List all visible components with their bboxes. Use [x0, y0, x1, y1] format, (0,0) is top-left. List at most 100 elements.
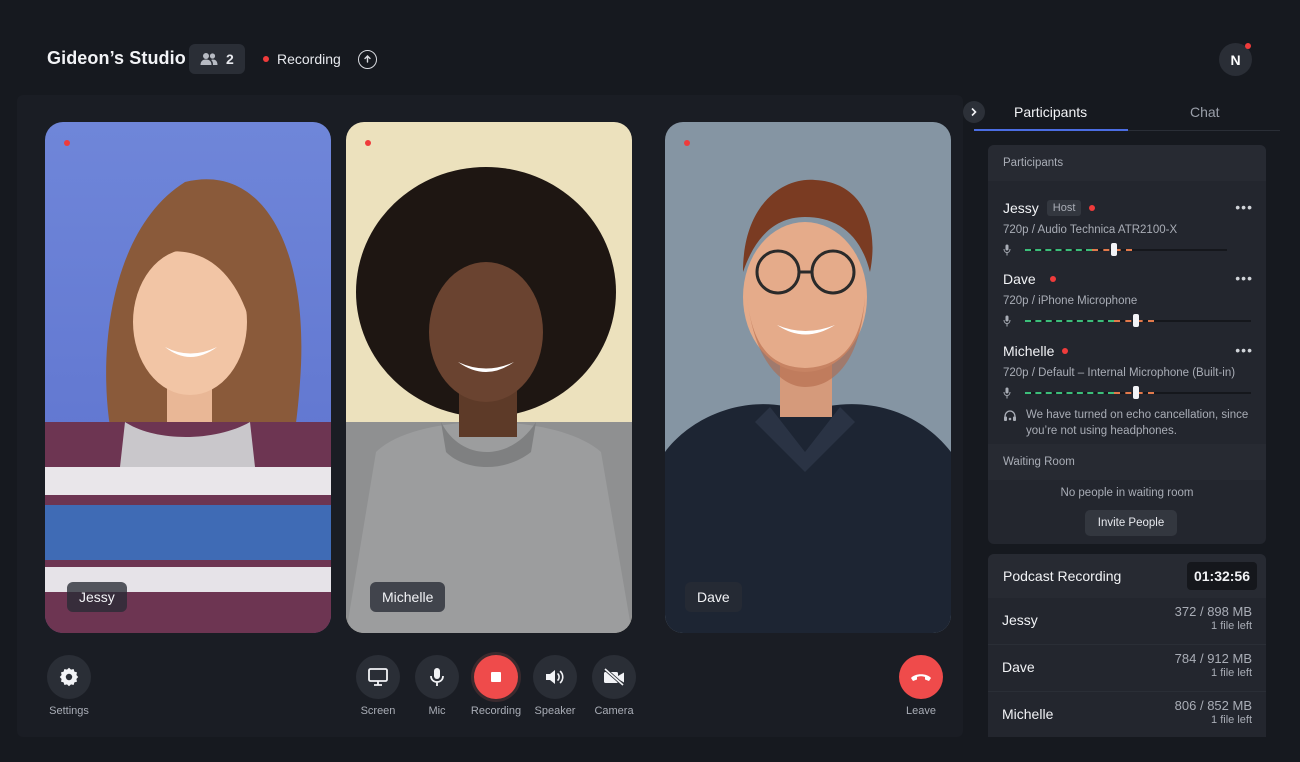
files-remaining: 1 file left	[1211, 667, 1252, 679]
more-options-icon[interactable]: •••	[1235, 343, 1253, 357]
file-size: 784 / 912 MB	[1174, 651, 1252, 666]
active-tab-indicator	[974, 129, 1128, 131]
screen-control[interactable]: Screen	[348, 655, 408, 717]
dave-video-feed	[665, 122, 951, 633]
participant-device: 720p / Audio Technica ATR2100-X	[1003, 224, 1178, 236]
waiting-room-heading: Waiting Room	[988, 444, 1266, 480]
leave-control[interactable]: Leave	[891, 655, 951, 717]
screen-share-button[interactable]	[356, 655, 400, 699]
chevron-right-icon	[971, 107, 977, 117]
stop-recording-button[interactable]	[474, 655, 518, 699]
participant-count-button[interactable]: 2	[189, 44, 245, 74]
camera-label: Camera	[594, 705, 634, 717]
mic-button[interactable]	[415, 655, 459, 699]
camera-off-icon	[603, 668, 625, 686]
speaker-control[interactable]: Speaker	[525, 655, 585, 717]
file-owner: Jessy	[1002, 612, 1038, 628]
more-options-icon[interactable]: •••	[1235, 200, 1253, 214]
recording-status: Recording	[263, 51, 341, 67]
participant-item: Michelle ••• 720p / Default – Internal M…	[1003, 341, 1253, 399]
stop-icon	[491, 672, 501, 682]
video-tile-jessy[interactable]: Jessy	[45, 122, 331, 633]
recording-dot-icon	[263, 56, 269, 62]
headphones-off-icon	[1004, 410, 1016, 421]
level-slider-handle[interactable]	[1132, 386, 1139, 399]
tile-recording-dot-icon	[684, 140, 690, 146]
recording-status-label: Recording	[277, 51, 341, 67]
monitor-icon	[368, 668, 388, 686]
microphone-icon	[1003, 387, 1011, 399]
recording-dot-icon	[1049, 276, 1056, 282]
audio-level-meter[interactable]	[1003, 314, 1253, 327]
speaker-button[interactable]	[533, 655, 577, 699]
microphone-icon	[1003, 244, 1011, 256]
michelle-video-feed	[346, 122, 632, 633]
camera-button[interactable]	[592, 655, 636, 699]
avatar-initial: N	[1230, 51, 1241, 68]
file-size: 806 / 852 MB	[1174, 698, 1252, 713]
info-icon[interactable]	[358, 50, 377, 69]
echo-notice-text: We have turned on echo cancellation, sin…	[1026, 409, 1249, 437]
invite-people-button[interactable]: Invite People	[1085, 510, 1177, 536]
gear-icon	[59, 667, 79, 687]
recording-control[interactable]: Recording	[466, 655, 526, 717]
files-remaining: 1 file left	[1211, 714, 1252, 726]
participants-card: Participants Jessy Host ••• 720p / Audio…	[988, 145, 1266, 544]
microphone-icon	[1003, 315, 1011, 327]
file-owner: Dave	[1002, 659, 1035, 675]
files-remaining: 1 file left	[1211, 620, 1252, 632]
leave-button[interactable]	[899, 655, 943, 699]
tab-chat[interactable]: Chat	[1190, 104, 1220, 120]
hang-up-icon	[911, 674, 931, 681]
host-badge: Host	[1046, 200, 1082, 216]
waiting-room-empty-text: No people in waiting room	[1060, 487, 1194, 499]
recording-timer: 01:32:56	[1186, 562, 1257, 590]
more-options-icon[interactable]: •••	[1235, 271, 1253, 285]
tile-recording-dot-icon	[64, 140, 70, 146]
file-upload-row: Jessy 372 / 898 MB 1 file left	[988, 598, 1266, 644]
jessy-video-feed	[45, 122, 331, 633]
participant-item: Jessy Host ••• 720p / Audio Technica ATR…	[1003, 198, 1253, 256]
tile-recording-dot-icon	[365, 140, 371, 146]
studio-title: Gideon’s Studio	[47, 48, 186, 68]
participant-device: 720p / Default – Internal Microphone (Bu…	[1003, 367, 1236, 379]
speaker-icon	[546, 670, 564, 684]
recording-dot-icon	[1062, 348, 1069, 354]
user-avatar[interactable]: N	[1219, 43, 1252, 76]
speaker-label: Speaker	[534, 705, 576, 717]
file-upload-row: Michelle 806 / 852 MB 1 file left	[988, 691, 1266, 737]
name-tag: Dave	[685, 582, 742, 612]
name-tag: Jessy	[67, 582, 127, 612]
audio-level-meter[interactable]	[1003, 243, 1253, 256]
echo-cancellation-notice: We have turned on echo cancellation, sin…	[1003, 407, 1253, 439]
file-size: 372 / 898 MB	[1174, 604, 1252, 619]
notification-badge	[1245, 43, 1251, 49]
top-bar: Gideon’s Studio 2 Recording N	[0, 0, 1300, 95]
mic-control[interactable]: Mic	[407, 655, 467, 717]
settings-button[interactable]	[47, 655, 91, 699]
file-owner: Michelle	[1002, 706, 1054, 722]
participant-count: 2	[226, 51, 234, 67]
participant-name: Michelle	[1003, 343, 1055, 359]
audio-level-meter[interactable]	[1003, 386, 1253, 399]
name-tag: Michelle	[370, 582, 446, 612]
video-tile-michelle[interactable]: Michelle	[346, 122, 632, 633]
recording-panel-title: Podcast Recording	[1003, 568, 1122, 584]
microphone-icon	[430, 668, 444, 686]
leave-label: Leave	[906, 705, 936, 717]
participants-heading: Participants	[988, 145, 1266, 181]
participant-name: Dave	[1003, 271, 1036, 287]
mic-label: Mic	[428, 705, 446, 717]
level-slider-handle[interactable]	[1132, 314, 1139, 327]
recording-label: Recording	[470, 705, 522, 717]
file-upload-row: Dave 784 / 912 MB 1 file left	[988, 644, 1266, 690]
tab-participants[interactable]: Participants	[1014, 104, 1087, 120]
recording-files-card: Podcast Recording 01:32:56 Jessy 372 / 8…	[988, 554, 1266, 737]
settings-control[interactable]: Settings	[39, 655, 99, 717]
camera-control[interactable]: Camera	[584, 655, 644, 717]
level-slider-handle[interactable]	[1110, 243, 1117, 256]
collapse-panel-button[interactable]	[963, 101, 985, 123]
video-tile-dave[interactable]: Dave	[665, 122, 951, 633]
screen-label: Screen	[360, 705, 396, 717]
recording-dot-icon	[1089, 205, 1096, 211]
